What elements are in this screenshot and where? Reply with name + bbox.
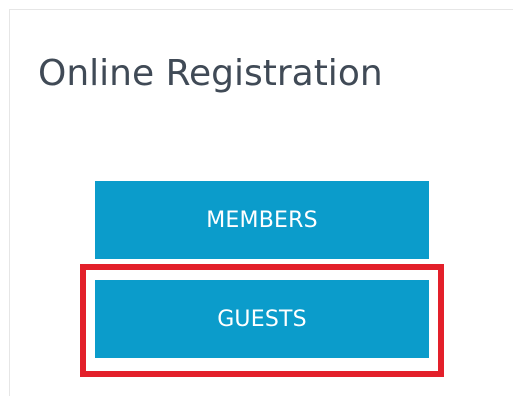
registration-panel: Online Registration MEMBERS GUESTS (0, 0, 513, 396)
members-button-label: MEMBERS (206, 207, 318, 233)
guests-button-label: GUESTS (217, 306, 307, 332)
page-title: Online Registration (38, 53, 383, 94)
members-button[interactable]: MEMBERS (95, 181, 429, 259)
guests-button[interactable]: GUESTS (95, 280, 429, 358)
